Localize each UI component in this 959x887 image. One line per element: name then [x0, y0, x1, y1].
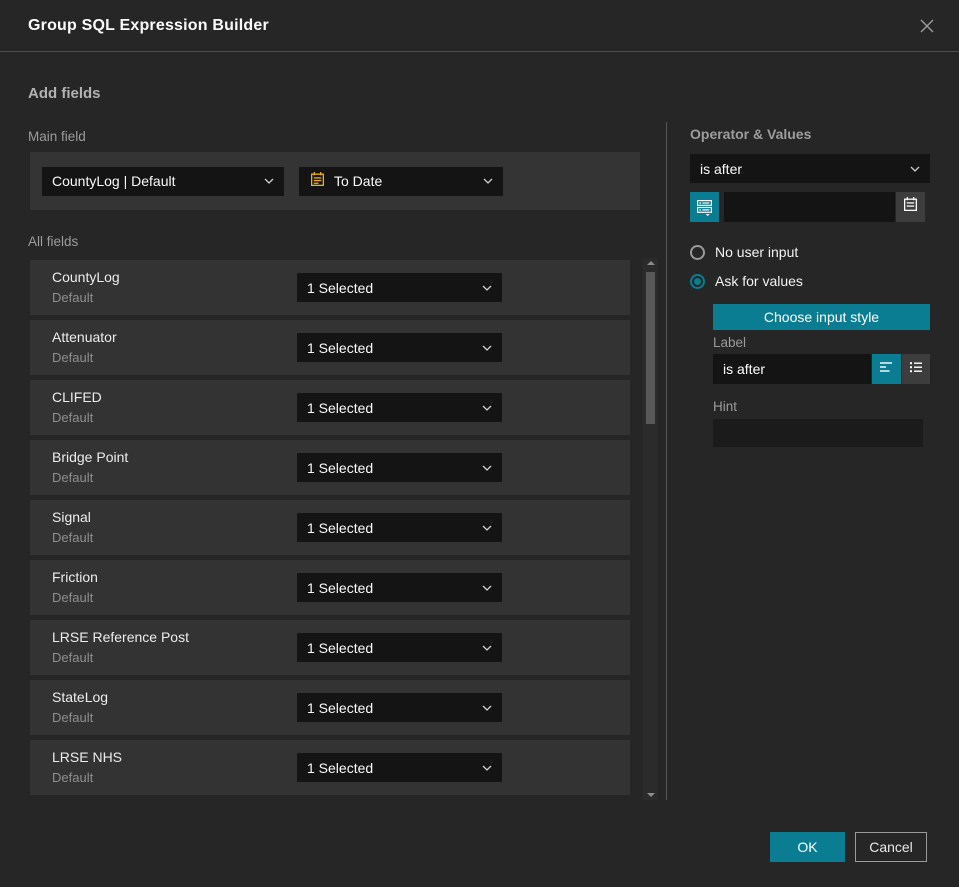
- group-sql-expression-builder-dialog: Group SQL Expression Builder Add fields …: [0, 0, 959, 887]
- chevron-down-icon: [264, 178, 274, 184]
- add-fields-heading: Add fields: [28, 85, 101, 102]
- field-selection-dropdown[interactable]: 1 Selected: [297, 753, 502, 782]
- label-input[interactable]: [713, 354, 871, 384]
- field-row: LRSE Reference Post Default 1 Selected: [30, 620, 630, 675]
- close-icon[interactable]: [915, 14, 939, 38]
- field-selection-dropdown[interactable]: 1 Selected: [297, 393, 502, 422]
- fields-list-scrollbar[interactable]: [643, 258, 658, 800]
- chevron-down-icon: [482, 465, 492, 471]
- scrollbar-thumb[interactable]: [646, 272, 655, 424]
- list-input-style-button[interactable]: [901, 354, 930, 384]
- radio-icon-selected: [690, 273, 705, 289]
- chevron-down-icon: [482, 765, 492, 771]
- date-picker-button[interactable]: [896, 192, 925, 222]
- ok-button[interactable]: OK: [770, 832, 845, 862]
- scrollbar-down-arrow-icon[interactable]: [643, 790, 658, 800]
- radio-ask-for-values[interactable]: Ask for values: [690, 273, 803, 289]
- calendar-icon: [902, 196, 919, 218]
- chevron-down-icon: [482, 285, 492, 291]
- chevron-down-icon: [482, 405, 492, 411]
- main-field-label: Main field: [28, 129, 86, 144]
- field-row: Friction Default 1 Selected: [30, 560, 630, 615]
- radio-label: Ask for values: [715, 273, 803, 289]
- all-fields-label: All fields: [28, 234, 79, 249]
- field-selection-value: 1 Selected: [307, 279, 374, 296]
- panel-divider: [666, 122, 667, 800]
- all-fields-list: CountyLog Default 1 Selected Attenuator …: [30, 260, 630, 800]
- choose-input-style-button[interactable]: Choose input style: [713, 304, 930, 330]
- chevron-down-icon: [482, 345, 492, 351]
- dialog-title: Group SQL Expression Builder: [28, 16, 269, 34]
- field-selection-value: 1 Selected: [307, 339, 374, 356]
- field-row: Bridge Point Default 1 Selected: [30, 440, 630, 495]
- field-selection-value: 1 Selected: [307, 639, 374, 656]
- field-selection-value: 1 Selected: [307, 759, 374, 776]
- field-selection-dropdown[interactable]: 1 Selected: [297, 513, 502, 542]
- input-type-button[interactable]: [690, 192, 719, 222]
- field-selection-dropdown[interactable]: 1 Selected: [297, 633, 502, 662]
- main-field-select-value: CountyLog | Default: [52, 173, 176, 189]
- date-type-select-value: To Date: [334, 173, 383, 189]
- field-row: StateLog Default 1 Selected: [30, 680, 630, 735]
- scrollbar-up-arrow-icon[interactable]: [643, 258, 658, 268]
- bullet-list-icon: [908, 359, 924, 380]
- radio-label: No user input: [715, 244, 799, 260]
- label-input-row: [713, 354, 930, 384]
- field-selection-dropdown[interactable]: 1 Selected: [297, 333, 502, 362]
- field-selection-value: 1 Selected: [307, 459, 374, 476]
- field-selection-value: 1 Selected: [307, 579, 374, 596]
- calendar-icon: [309, 171, 326, 191]
- field-selection-value: 1 Selected: [307, 699, 374, 716]
- field-row: Attenuator Default 1 Selected: [30, 320, 630, 375]
- radio-no-user-input[interactable]: No user input: [690, 244, 798, 260]
- radio-icon: [690, 244, 705, 260]
- field-selection-dropdown[interactable]: 1 Selected: [297, 693, 502, 722]
- operator-select[interactable]: is after: [690, 154, 930, 183]
- field-selection-dropdown[interactable]: 1 Selected: [297, 273, 502, 302]
- date-type-select[interactable]: To Date: [299, 166, 503, 196]
- chevron-down-icon: [910, 166, 920, 172]
- chevron-down-icon: [482, 645, 492, 651]
- hint-caption: Hint: [713, 399, 738, 414]
- chevron-down-icon: [482, 585, 492, 591]
- main-field-select[interactable]: CountyLog | Default: [42, 166, 284, 196]
- field-selection-value: 1 Selected: [307, 399, 374, 416]
- chevron-down-icon: [482, 705, 492, 711]
- field-selection-dropdown[interactable]: 1 Selected: [297, 573, 502, 602]
- field-row: LRSE NHS Default 1 Selected: [30, 740, 630, 795]
- title-bar: Group SQL Expression Builder: [0, 0, 959, 52]
- cancel-button[interactable]: Cancel: [855, 832, 927, 862]
- operator-values-heading: Operator & Values: [690, 126, 812, 142]
- field-row: CLIFED Default 1 Selected: [30, 380, 630, 435]
- value-input[interactable]: [724, 192, 895, 222]
- chevron-down-icon: [482, 525, 492, 531]
- field-row: CountyLog Default 1 Selected: [30, 260, 630, 315]
- main-field-panel: CountyLog | Default To Date: [30, 152, 640, 210]
- single-input-style-button[interactable]: [872, 354, 901, 384]
- operator-select-value: is after: [700, 160, 743, 177]
- chevron-down-icon: [483, 178, 493, 184]
- field-selection-dropdown[interactable]: 1 Selected: [297, 453, 502, 482]
- value-input-row: [690, 192, 930, 222]
- field-row: Signal Default 1 Selected: [30, 500, 630, 555]
- hint-input[interactable]: [713, 419, 923, 447]
- field-selection-value: 1 Selected: [307, 519, 374, 536]
- align-left-icon: [878, 359, 894, 380]
- label-caption: Label: [713, 335, 747, 350]
